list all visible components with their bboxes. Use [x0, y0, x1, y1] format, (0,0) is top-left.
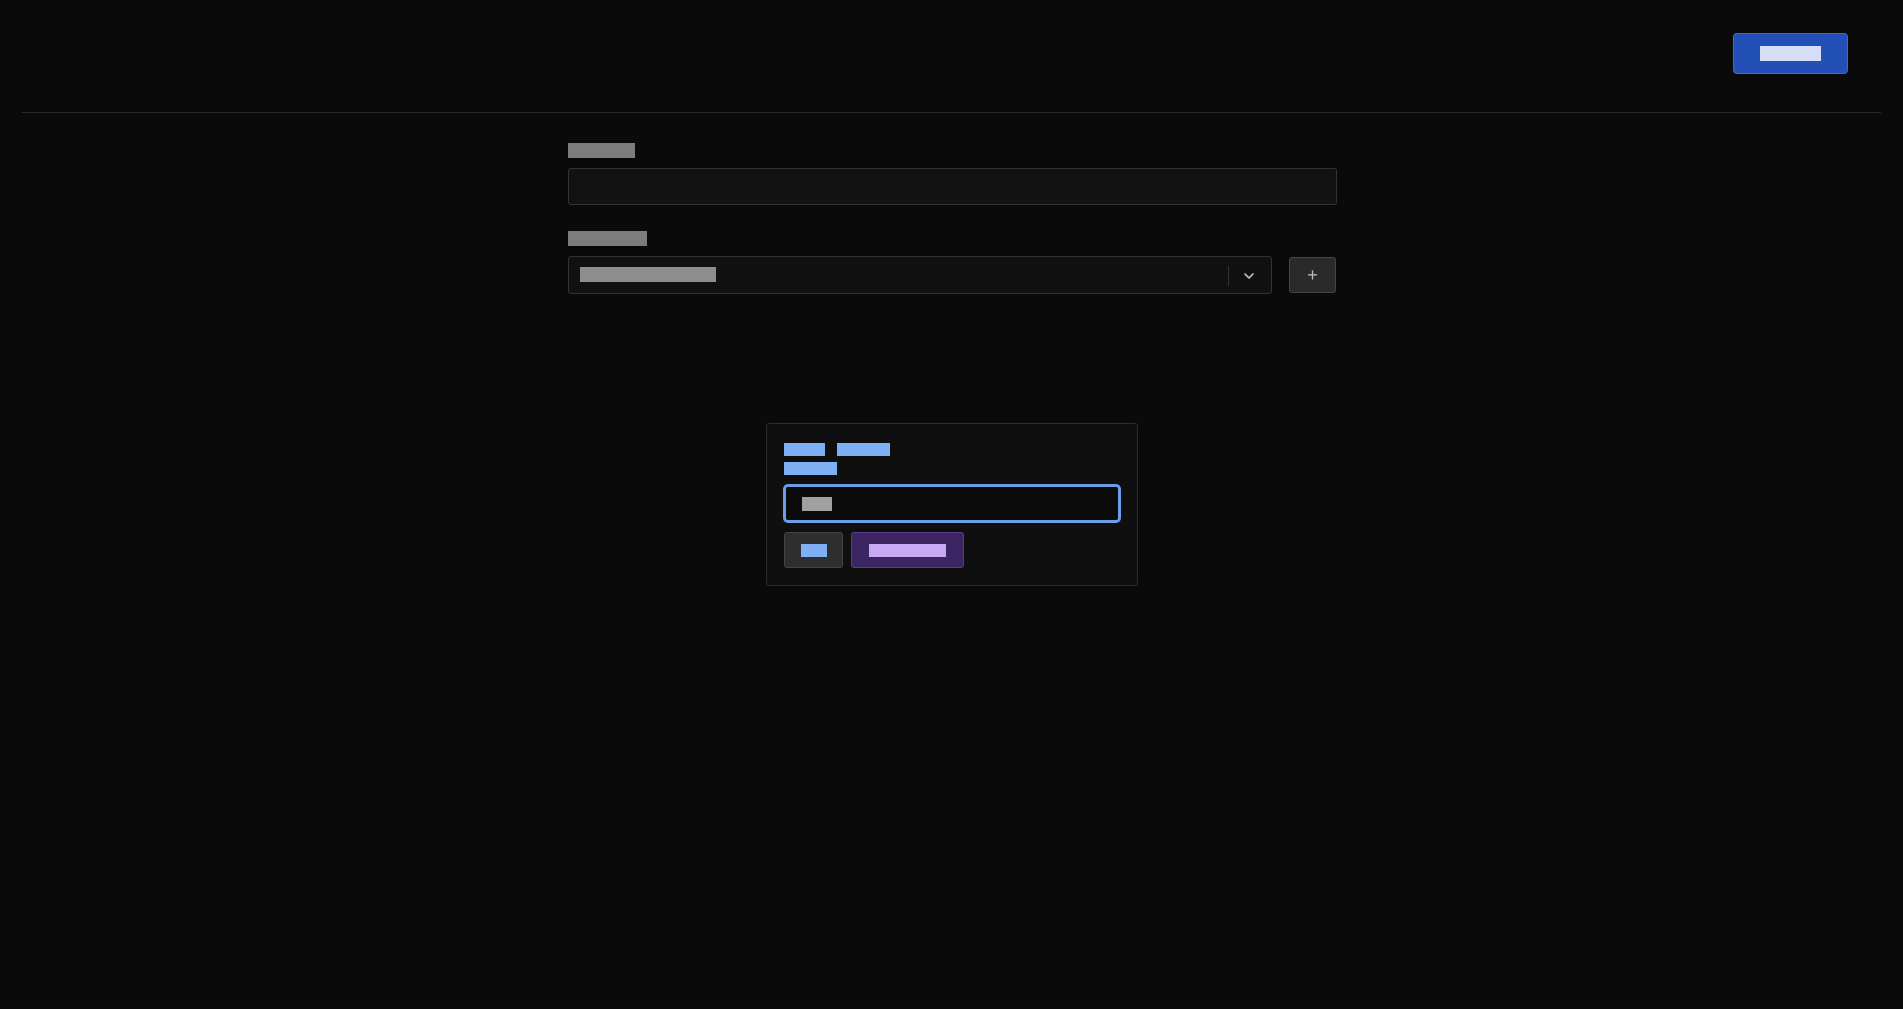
popup-title-word2 — [837, 443, 890, 456]
field1-label — [568, 138, 1337, 162]
popup-title — [784, 440, 904, 478]
popup-input-value — [802, 496, 832, 511]
confirm-button[interactable] — [851, 532, 964, 568]
field1-input[interactable] — [568, 168, 1337, 205]
popup-text-input[interactable] — [783, 484, 1121, 523]
form: + — [568, 138, 1337, 294]
popup-title-word1 — [784, 443, 825, 456]
chevron-down-icon — [1244, 273, 1254, 279]
category-select[interactable] — [568, 256, 1272, 294]
select-row: + — [568, 256, 1337, 294]
header-action-label — [1760, 46, 1821, 61]
field2-label — [568, 226, 1337, 250]
cancel-button[interactable] — [784, 532, 843, 568]
cancel-label — [800, 543, 827, 557]
select-divider — [1228, 266, 1229, 286]
confirm-label — [869, 543, 946, 557]
popup-title-line2 — [784, 462, 837, 475]
top-bar — [22, 0, 1881, 113]
popup-actions — [784, 532, 964, 568]
app-root: + — [0, 0, 1903, 1009]
popup-dialog — [766, 423, 1138, 586]
select-value — [580, 266, 716, 284]
header-action-button[interactable] — [1733, 33, 1848, 74]
add-button[interactable]: + — [1289, 257, 1336, 293]
